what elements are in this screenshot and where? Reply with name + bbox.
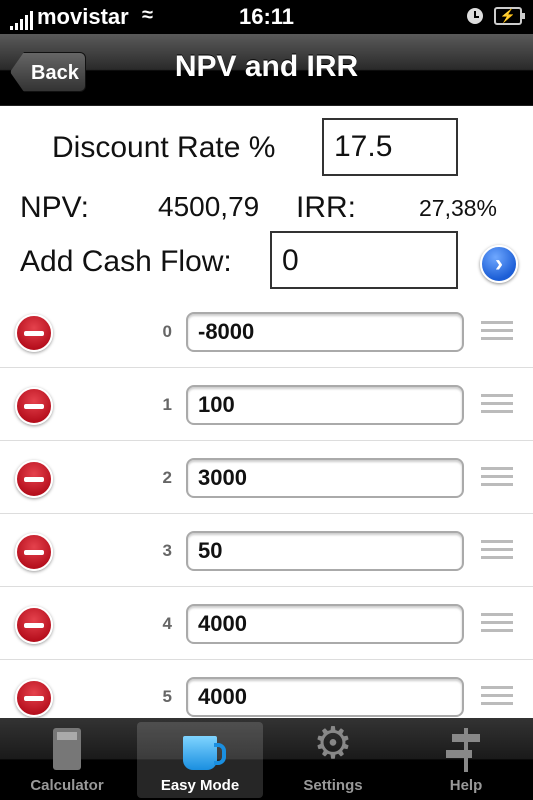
- reorder-handle-icon[interactable]: [481, 613, 513, 635]
- page-title: NPV and IRR: [174, 50, 359, 83]
- calculator-icon: [53, 728, 81, 770]
- cash-flow-input[interactable]: 100: [186, 385, 464, 425]
- cash-flow-input[interactable]: 3000: [186, 458, 464, 498]
- cash-flow-row: 2 3000: [0, 441, 533, 514]
- row-index: 3: [162, 541, 172, 560]
- signpost-icon: [446, 728, 480, 772]
- reorder-handle-icon[interactable]: [481, 467, 513, 489]
- delete-row-button[interactable]: [15, 460, 53, 498]
- status-bar: movistar ≈ 16:11 ⚡: [0, 0, 533, 34]
- row-index: 1: [162, 395, 172, 414]
- delete-row-button[interactable]: [15, 533, 53, 571]
- reorder-handle-icon[interactable]: [481, 321, 513, 343]
- delete-row-button[interactable]: [15, 606, 53, 644]
- row-index: 0: [162, 322, 172, 341]
- reorder-handle-icon[interactable]: [481, 686, 513, 708]
- tab-label: Calculator: [30, 777, 104, 794]
- npv-label: NPV:: [20, 191, 89, 224]
- status-time: 16:11: [238, 4, 295, 29]
- chevron-right-icon: ›: [495, 250, 503, 277]
- tab-bar: Calculator Easy Mode ⚙ Settings Help: [0, 718, 533, 800]
- tab-label: Help: [449, 777, 483, 794]
- irr-label: IRR:: [296, 191, 356, 224]
- irr-value: 27,38%: [419, 195, 498, 221]
- npv-value: 4500,79: [158, 191, 260, 222]
- cash-flow-input[interactable]: -8000: [186, 312, 464, 352]
- tab-settings[interactable]: ⚙ Settings: [270, 722, 396, 798]
- add-cash-flow-button[interactable]: ›: [480, 245, 518, 283]
- reorder-handle-icon[interactable]: [481, 394, 513, 416]
- reorder-handle-icon[interactable]: [481, 540, 513, 562]
- coffee-cup-icon: [183, 736, 226, 770]
- battery-charging-icon: ⚡: [494, 7, 525, 25]
- row-index: 5: [162, 687, 172, 706]
- row-index: 2: [162, 468, 172, 487]
- cash-flow-input[interactable]: 50: [186, 531, 464, 571]
- alarm-clock-icon: [467, 8, 483, 24]
- gear-icon: ⚙: [313, 719, 353, 768]
- add-cash-flow-input[interactable]: 0: [270, 231, 458, 289]
- cash-flow-row: 4 4000: [0, 587, 533, 660]
- add-cash-flow-label: Add Cash Flow:: [20, 245, 232, 278]
- tab-easy-mode[interactable]: Easy Mode: [137, 722, 263, 798]
- delete-row-button[interactable]: [15, 314, 53, 352]
- cash-flow-row: 1 100: [0, 368, 533, 441]
- cash-flow-row: 0 -8000: [0, 295, 533, 368]
- cash-flow-list[interactable]: 0 -8000 1 100 2 3000 3 50 4 4000 5 4000: [0, 295, 533, 718]
- cash-flow-input[interactable]: 4000: [186, 677, 464, 717]
- cash-flow-row: 3 50: [0, 514, 533, 587]
- row-index: 4: [162, 614, 172, 633]
- navigation-bar: Back NPV and IRR: [0, 34, 533, 106]
- delete-row-button[interactable]: [15, 679, 53, 717]
- tab-help[interactable]: Help: [403, 722, 529, 798]
- cash-flow-input[interactable]: 4000: [186, 604, 464, 644]
- tab-label: Easy Mode: [160, 777, 240, 794]
- tab-calculator[interactable]: Calculator: [4, 722, 130, 798]
- tab-label: Settings: [303, 777, 363, 794]
- cash-flow-row: 5 4000: [0, 660, 533, 718]
- discount-rate-input[interactable]: 17.5: [322, 118, 458, 176]
- discount-rate-label: Discount Rate %: [52, 131, 276, 164]
- delete-row-button[interactable]: [15, 387, 53, 425]
